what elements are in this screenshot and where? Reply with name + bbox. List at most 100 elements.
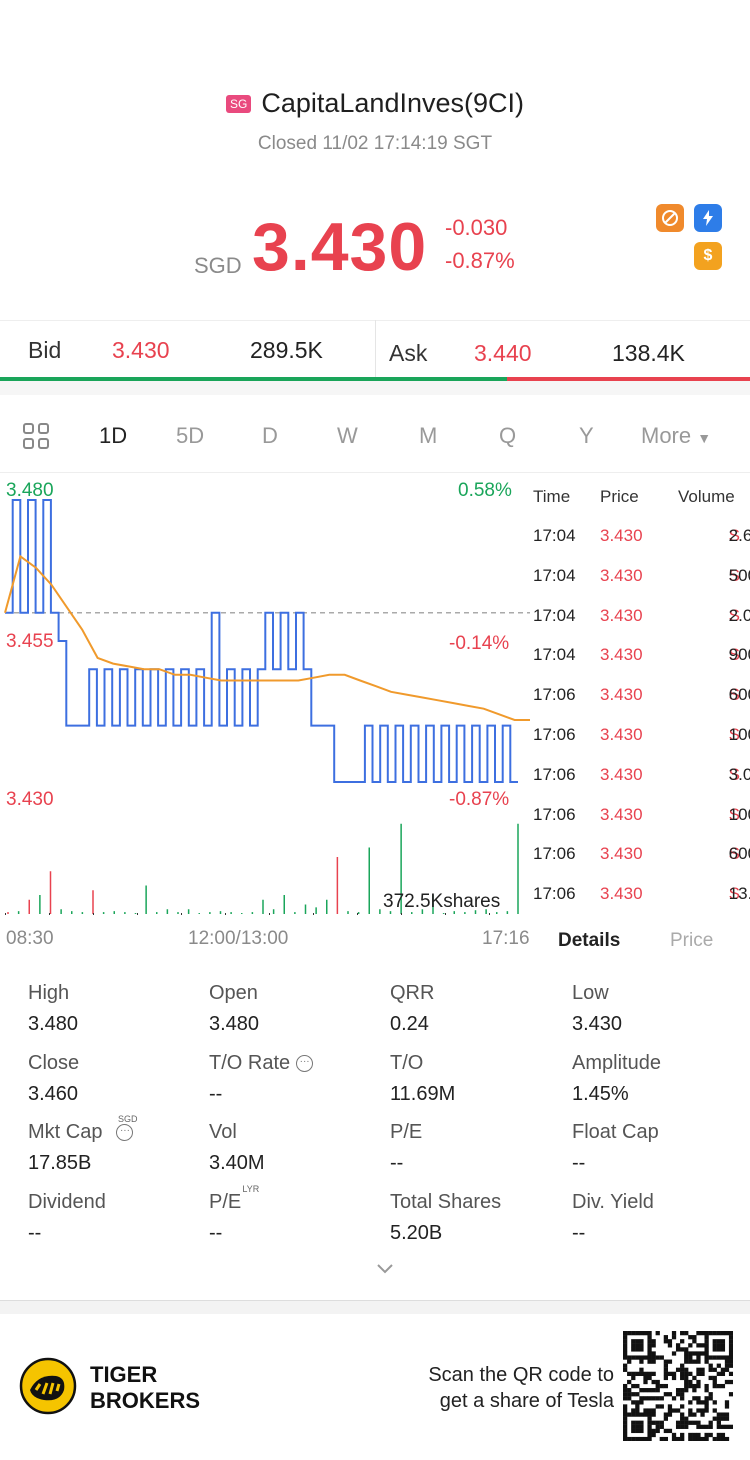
trade-price: 3.430 [600, 565, 643, 585]
stat-value: 3.480 [209, 1013, 260, 1035]
tiger-logo [19, 1357, 77, 1415]
lightning-icon[interactable] [694, 204, 722, 232]
stat-value: 5.20B [390, 1221, 443, 1244]
trade-price: 3.430 [600, 685, 643, 705]
pct-label-mid: -0.14% [449, 633, 510, 654]
ask-price: 3.440 [474, 340, 532, 366]
trade-row: 17:04 3.430 900S [530, 645, 750, 685]
stat-item: Float Cap -- [572, 1121, 750, 1175]
pct-label-top: 0.58% [458, 480, 512, 501]
info-icon[interactable]: ··· [116, 1124, 134, 1142]
stock-title: SG CapitaLandInves(9CI) [0, 88, 750, 119]
pct-label-bottom: -0.87% [449, 789, 510, 810]
trade-volume: 600S [729, 844, 750, 864]
stat-label: QRR [390, 982, 435, 1004]
stat-item: High 3.480 [28, 982, 208, 1036]
trade-row: 17:06 3.430 600S [530, 685, 750, 725]
trade-price: 3.430 [600, 526, 643, 545]
tab-q[interactable]: Q [499, 423, 516, 449]
trade-price: 3.430 [600, 645, 643, 665]
bid-price: 3.430 [112, 337, 170, 363]
no-short-icon[interactable] [656, 204, 684, 232]
trade-volume-value: 900 [728, 645, 750, 665]
stat-item: T/O 11.69M [390, 1052, 570, 1106]
qr-code [623, 1331, 733, 1441]
trade-volume: 500S [729, 566, 750, 586]
stat-item: Div. Yield -- [572, 1191, 750, 1245]
intraday-chart[interactable] [0, 474, 530, 924]
stat-item: T/O Rate ··· -- [209, 1052, 389, 1106]
trade-time: 17:04 [533, 645, 576, 665]
stat-label: Amplitude [572, 1051, 661, 1074]
trade-row: 17:04 3.430 2.60KS [530, 526, 750, 566]
tab-y[interactable]: Y [579, 423, 594, 449]
stat-value: -- [572, 1152, 586, 1174]
trade-volume-value: 1000 [728, 725, 750, 744]
trade-volume-value: 13.80K [728, 884, 750, 904]
x-label-close: 17:16 [482, 928, 530, 949]
trade-price: 3.430 [600, 725, 643, 744]
stat-item: Mkt Cap SGD ··· 17.85B [28, 1114, 208, 1175]
price-change: -0.030 [445, 215, 508, 240]
trade-volume: 600S [729, 685, 750, 705]
stat-item: P/E LYR -- [209, 1184, 389, 1245]
stat-label: High [28, 982, 70, 1004]
stat-value: -- [28, 1221, 42, 1244]
chevron-down-icon[interactable] [375, 1262, 395, 1276]
trade-volume: 1000S [729, 805, 750, 825]
stat-item: Vol 3.40M [209, 1121, 389, 1175]
trade-volume: 900S [729, 645, 750, 665]
trade-row: 17:06 3.430 13.80KS [530, 884, 750, 924]
trade-time: 17:06 [533, 725, 576, 744]
info-icon[interactable]: ··· [296, 1054, 314, 1072]
tab-details[interactable]: Details [558, 930, 620, 952]
currency-label: SGD [194, 253, 242, 278]
brand-name-line1: TIGER [90, 1362, 158, 1387]
price-change-pct: -0.87% [445, 248, 515, 273]
quote-divider [375, 320, 376, 378]
period-tabs: 1D 5D D W M Q Y More ▼ [0, 395, 750, 473]
tab-5d[interactable]: 5D [176, 423, 204, 449]
dollar-icon[interactable]: $ [694, 242, 722, 270]
trade-time: 17:04 [533, 565, 576, 585]
stat-value: -- [390, 1152, 404, 1174]
trade-row: 17:04 3.430 2.00KS [530, 606, 750, 646]
stat-value: 1.45% [572, 1082, 629, 1105]
stat-superscript: SGD [117, 1114, 138, 1124]
grid-layout-icon[interactable] [22, 422, 50, 455]
stat-label: Div. Yield [572, 1190, 654, 1213]
trade-time: 17:06 [533, 844, 576, 864]
tab-price[interactable]: Price [670, 930, 713, 952]
x-label-open: 08:30 [6, 928, 54, 949]
stat-item: Low 3.430 [572, 982, 750, 1036]
trade-volume-value: 1000 [728, 804, 750, 824]
tab-d[interactable]: D [262, 423, 278, 449]
caret-down-icon: ▼ [697, 430, 712, 446]
trade-volume-value: 600 [728, 844, 750, 864]
tab-more[interactable]: More ▼ [641, 423, 711, 449]
stat-item: Total Shares 5.20B [390, 1191, 570, 1245]
stat-label: Dividend [28, 1190, 106, 1213]
trade-time: 17:04 [533, 526, 576, 545]
trade-volume-value: 600 [728, 685, 750, 705]
trade-volume: 13.80KS [729, 884, 750, 904]
y-label-top: 3.480 [6, 480, 54, 501]
tab-1d[interactable]: 1D [99, 423, 127, 449]
tab-m[interactable]: M [419, 423, 437, 449]
trade-time: 17:06 [533, 804, 576, 824]
trade-volume: 2.00KS [729, 606, 750, 626]
y-label-mid: 3.455 [6, 631, 54, 652]
trade-price: 3.430 [600, 844, 643, 864]
tab-more-label: More [641, 423, 692, 448]
stat-value: -- [572, 1221, 586, 1244]
trade-volume-value: 3.00K [728, 764, 750, 784]
stat-value: 17.85B [28, 1152, 92, 1174]
stat-label: T/O [390, 1051, 424, 1074]
stat-value: -- [209, 1221, 223, 1244]
stat-label: P/E [390, 1121, 423, 1143]
tab-w[interactable]: W [337, 423, 358, 449]
market-status: Closed 11/02 17:14:19 SGT [257, 133, 493, 154]
stat-label: Vol [209, 1121, 237, 1143]
brand-name-line2: BROKERS [90, 1388, 201, 1413]
trade-row: 17:04 3.430 500S [530, 566, 750, 606]
